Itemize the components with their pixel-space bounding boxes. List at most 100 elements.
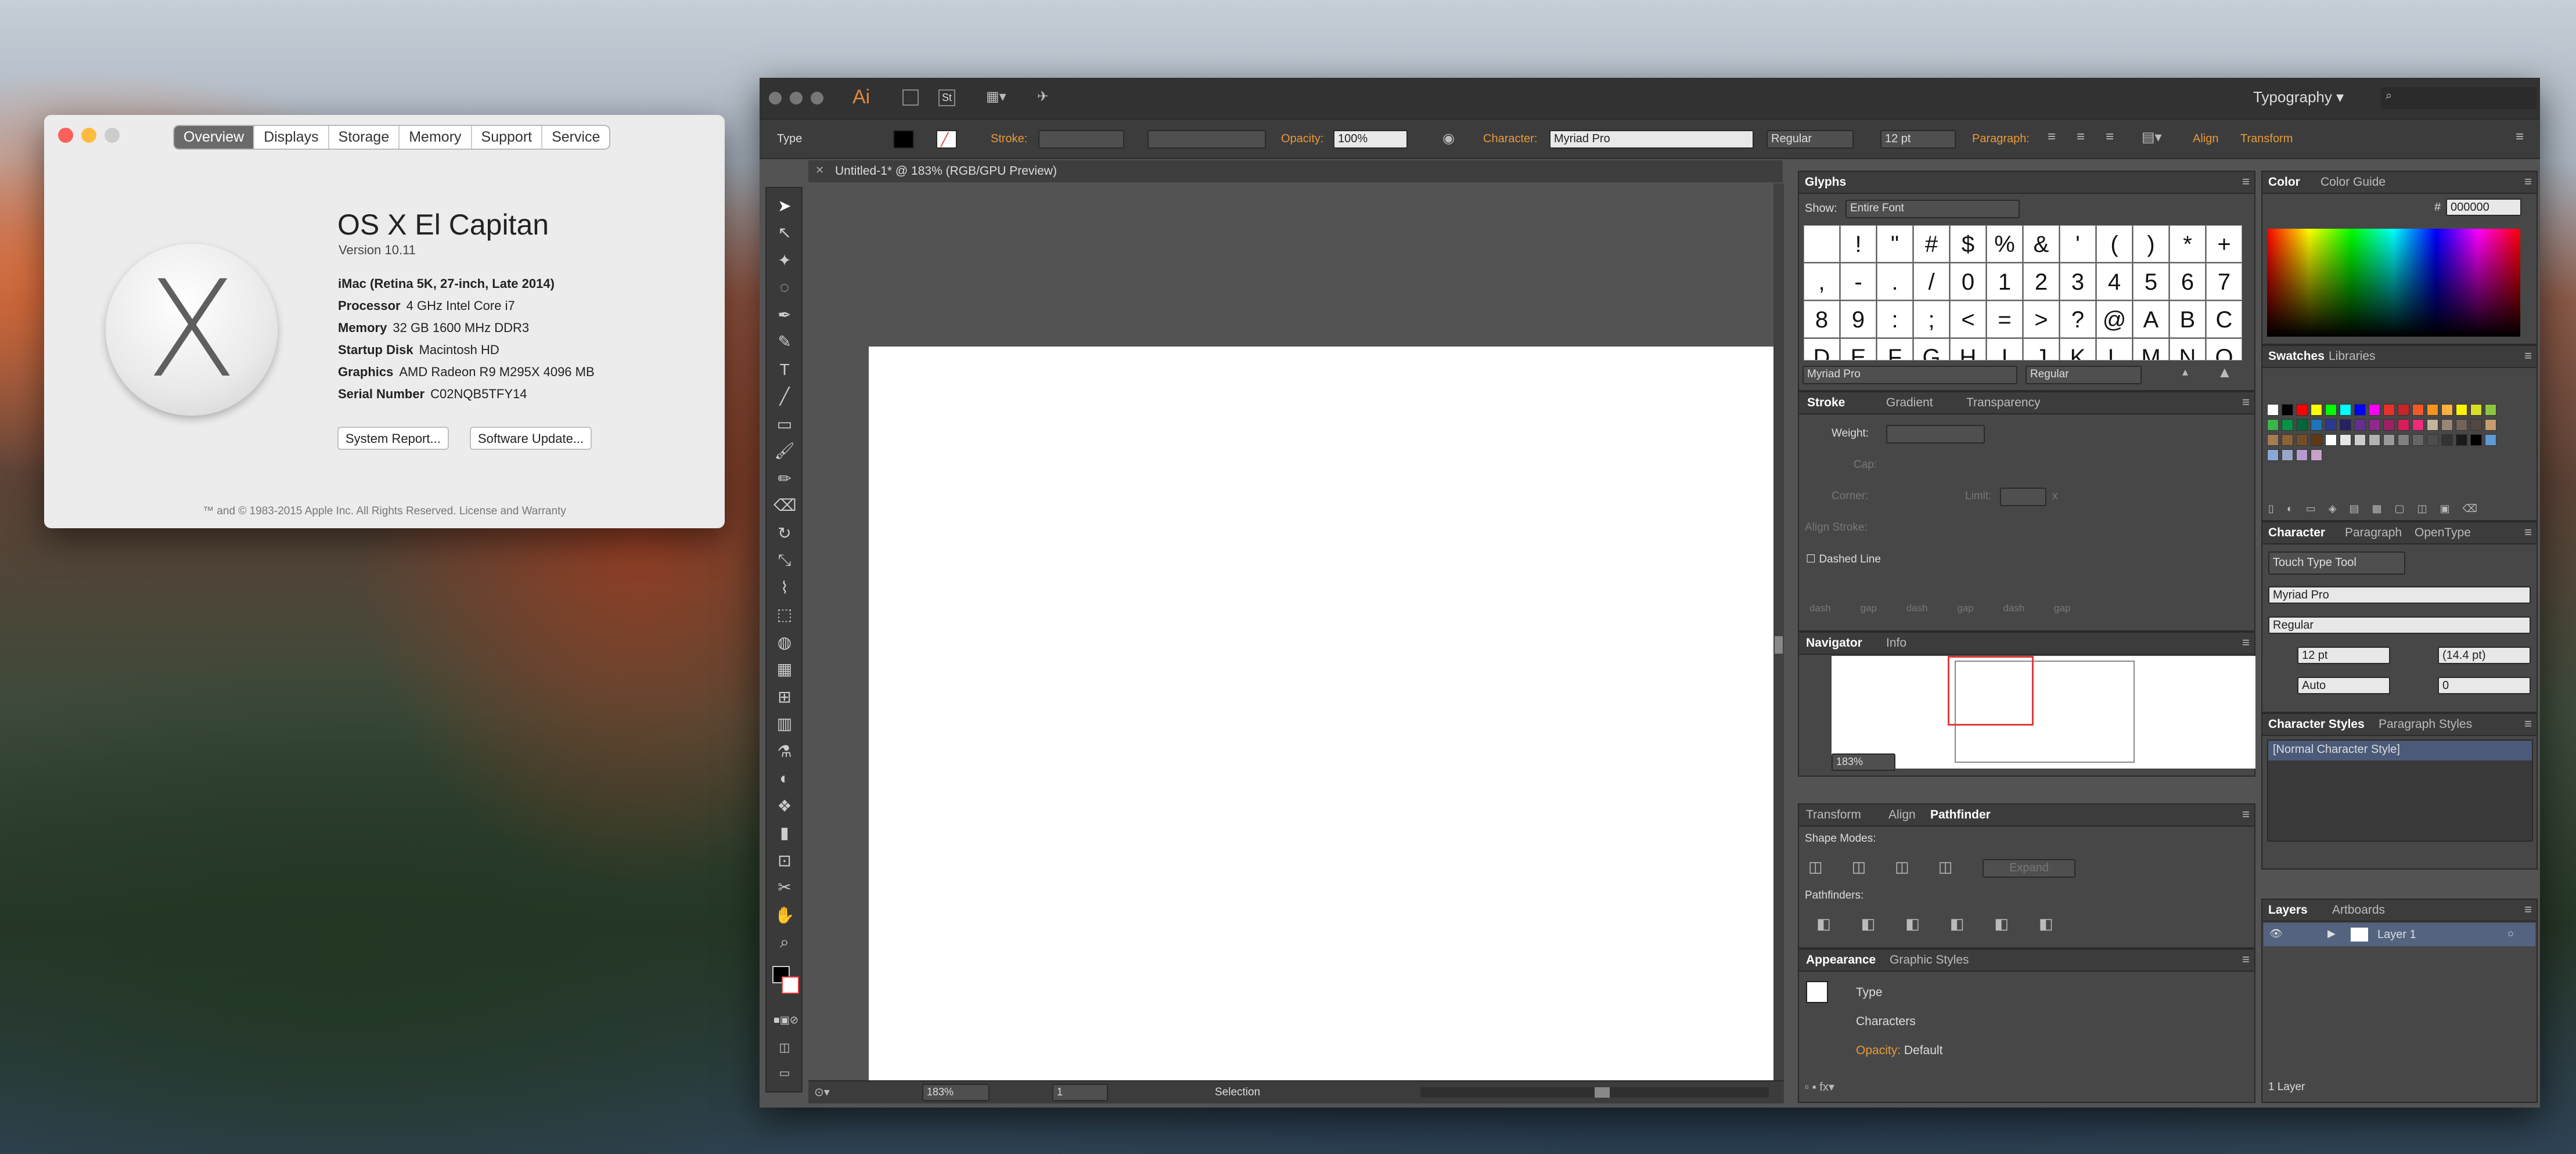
scale-tool-icon[interactable]: ⤡ [773,549,796,571]
close-tab-icon[interactable]: ✕ [815,164,824,176]
search-input[interactable]: ⌕ [2381,87,2537,109]
color-swatch[interactable] [2267,434,2279,446]
glyph-cell[interactable]: ; [1913,301,1949,338]
font-size-field[interactable]: 12 pt [2297,647,2390,664]
glyph-cell[interactable]: ) [2133,225,2169,262]
appearance-opacity[interactable]: Opacity: Default [1856,1044,1942,1058]
scroll-thumb[interactable] [1775,636,1783,654]
panel-menu-icon[interactable]: ≡ [2242,807,2250,822]
glyph-cell[interactable]: J [2023,338,2059,360]
tab-character-styles[interactable]: Character Styles [2268,717,2365,731]
glyph-cell[interactable]: / [1913,263,1949,300]
variable-width-profile[interactable] [1147,130,1266,149]
zoom-button[interactable] [105,128,120,143]
visibility-eye-icon[interactable]: 👁 [2269,928,2283,940]
align-center-icon[interactable]: ≡ [2077,129,2085,145]
zoom-tool-icon[interactable]: ⌕ [773,931,796,953]
color-swatch[interactable] [2311,419,2322,431]
mesh-tool-icon[interactable]: ⊞ [773,686,796,708]
glyph-cell[interactable]: ! [1840,225,1876,262]
color-swatch[interactable] [2325,404,2337,416]
character-style-field[interactable]: Regular [2268,616,2531,634]
layer-name[interactable]: Layer 1 [2377,928,2416,942]
slice-tool-icon[interactable]: ✂ [773,877,796,899]
gradient-tool-icon[interactable]: ▥ [773,713,796,735]
color-swatch[interactable] [2296,449,2308,461]
glyph-cell[interactable]: L [2096,338,2132,360]
panel-menu-icon[interactable]: ≡ [2524,174,2532,189]
glyph-cell[interactable]: < [1950,301,1986,338]
tab-navigator[interactable]: Navigator [1806,636,1862,650]
tab-paragraph[interactable]: Paragraph [2345,526,2402,540]
glyph-cell[interactable]: I [1987,338,2023,360]
tab-layers[interactable]: Layers [2268,903,2308,917]
tab-transform[interactable]: Transform [1806,808,1861,822]
column-graph-tool-icon[interactable]: ▮ [773,822,796,844]
color-swatch[interactable] [2267,419,2279,431]
glyph-cell[interactable]: ? [2060,301,2096,338]
tab-character[interactable]: Character [2268,526,2325,540]
tab-graphic-styles[interactable]: Graphic Styles [1890,953,1969,967]
draw-mode-icon[interactable]: ◫ [773,1037,796,1059]
paintbrush-tool-icon[interactable]: 🖌 [773,440,796,462]
glyph-cell[interactable]: $ [1950,225,1986,262]
color-swatch[interactable] [2427,404,2438,416]
panel-menu-icon[interactable]: ≡ [2242,635,2250,650]
glyph-cell[interactable]: 7 [2206,263,2242,300]
color-swatch[interactable] [2412,404,2424,416]
glyph-cell[interactable]: H [1950,338,1986,360]
pen-tool-icon[interactable]: ✒ [773,304,796,326]
perspective-grid-tool-icon[interactable]: ▦ [773,658,796,680]
pencil-tool-icon[interactable]: ✏ [773,468,796,490]
glyph-cell[interactable]: & [2023,225,2059,262]
tab-memory[interactable]: Memory [400,126,472,149]
color-swatch[interactable] [2398,419,2409,431]
transform-link[interactable]: Transform [2240,132,2293,146]
color-swatch[interactable] [2267,404,2279,416]
tab-color-guide[interactable]: Color Guide [2320,175,2386,189]
color-swatch[interactable] [2470,434,2482,446]
color-swatch[interactable] [2485,419,2496,431]
color-swatch[interactable] [2441,434,2453,446]
opacity-field[interactable]: 100% [1333,130,1408,149]
tab-swatches[interactable]: Swatches [2268,349,2325,363]
navigator-thumbnail[interactable] [1832,656,2255,769]
control-menu-icon[interactable]: ≡ [2516,129,2524,145]
stroke-swatch[interactable]: ╱ [936,130,957,149]
color-swatch[interactable] [2282,449,2293,461]
character-font-field[interactable]: Myriad Pro [2268,586,2531,604]
color-mode-icon[interactable]: ■▣⊘ [773,1009,798,1031]
glyph-cell[interactable]: O [2206,338,2242,360]
color-swatch[interactable] [2383,404,2395,416]
eraser-tool-icon[interactable]: ⌫ [773,495,797,517]
glyph-cell[interactable]: D [1804,338,1840,360]
color-swatch[interactable] [2470,404,2482,416]
zoom-out-glyphs-icon[interactable]: ▴ [2182,365,2188,379]
tab-displays[interactable]: Displays [254,126,329,149]
stroke-color-icon[interactable] [782,976,799,994]
tab-libraries[interactable]: Libraries [2329,349,2376,363]
glyph-cell[interactable]: 2 [2023,263,2059,300]
glyph-font-field[interactable]: Myriad Pro [1803,366,2017,384]
paragraph-label[interactable]: Paragraph: [1972,132,2030,146]
expand-button[interactable]: Expand [1983,859,2075,878]
glyph-cell[interactable]: 5 [2133,263,2169,300]
tab-transparency[interactable]: Transparency [1966,396,2041,410]
close-button[interactable] [58,128,73,143]
view-options-icon[interactable]: ⊙▾ [814,1085,830,1099]
color-swatch[interactable] [2456,404,2467,416]
color-swatch[interactable] [2369,404,2380,416]
dashed-line-checkbox[interactable]: ☐ Dashed Line [1806,553,1881,566]
glyph-cell[interactable]: 0 [1950,263,1986,300]
color-swatch[interactable] [2354,434,2366,446]
shape-mode-icons[interactable]: ◫◫◫◫ [1808,858,1981,876]
limit-field[interactable] [2000,488,2046,506]
glyph-cell[interactable]: 4 [2096,263,2132,300]
document-setup-icon[interactable]: ▤▾ [2142,129,2162,146]
tab-paragraph-styles[interactable]: Paragraph Styles [2379,717,2472,731]
color-swatch[interactable] [2369,419,2380,431]
color-swatch[interactable] [2398,404,2409,416]
tab-artboards[interactable]: Artboards [2332,903,2385,917]
color-swatch[interactable] [2311,449,2322,461]
tab-service[interactable]: Service [542,126,609,149]
